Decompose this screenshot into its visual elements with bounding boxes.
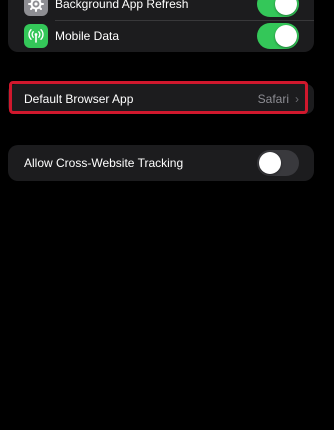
default-browser-value: Safari (257, 92, 289, 106)
default-browser-value-wrap: Safari › (258, 92, 299, 106)
mobile-data-row[interactable]: Mobile Data (8, 20, 314, 52)
default-browser-row[interactable]: Default Browser App Safari › (8, 84, 314, 114)
toggle-knob (275, 25, 297, 47)
mobile-data-label: Mobile Data (55, 29, 120, 43)
cross-website-tracking-toggle[interactable] (257, 150, 299, 176)
mobile-data-toggle[interactable] (257, 23, 299, 49)
toggle-knob (275, 0, 297, 15)
chevron-right-icon: › (295, 92, 299, 106)
tracking-group: Allow Cross-Website Tracking (8, 145, 314, 181)
connectivity-settings-group: Background App Refresh Mobile Data (8, 0, 314, 52)
background-app-refresh-toggle[interactable] (257, 0, 299, 17)
gear-icon (24, 0, 48, 16)
cross-website-tracking-label: Allow Cross-Website Tracking (24, 156, 184, 170)
antenna-icon (24, 24, 48, 48)
background-app-refresh-row[interactable]: Background App Refresh (8, 0, 314, 21)
background-app-refresh-label: Background App Refresh (55, 0, 189, 11)
cross-website-tracking-row[interactable]: Allow Cross-Website Tracking (8, 145, 314, 181)
default-browser-group: Default Browser App Safari › (8, 84, 314, 114)
toggle-knob (259, 152, 281, 174)
default-browser-label: Default Browser App (24, 92, 134, 106)
